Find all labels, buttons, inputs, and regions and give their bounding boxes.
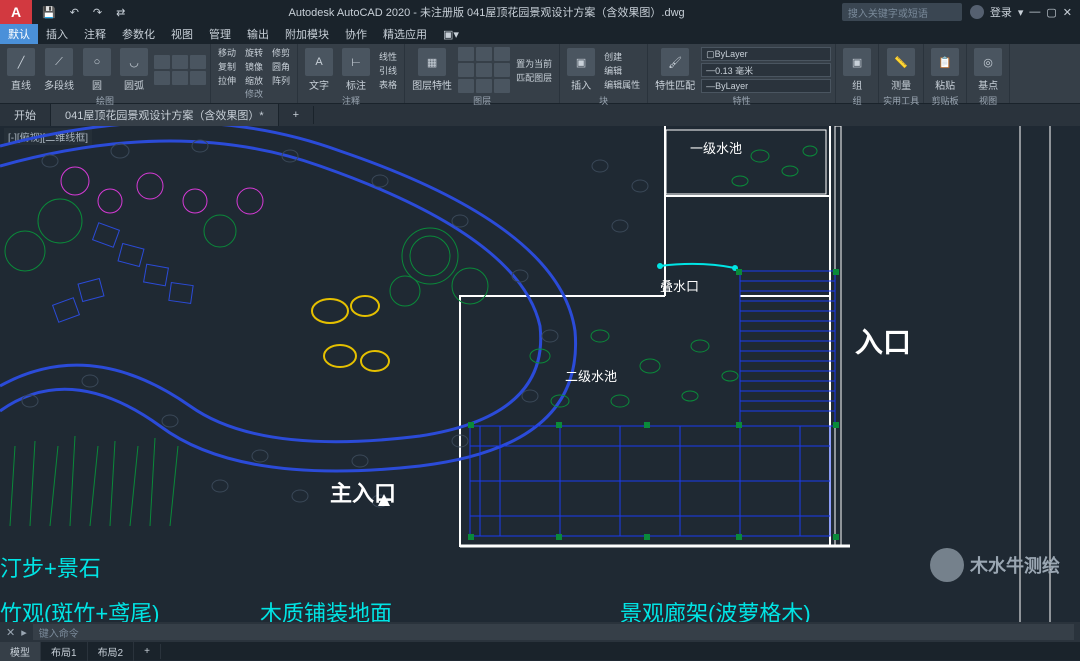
ribbon-panel-modify: 移动复制拉伸 旋转镜像缩放 修剪圆角阵列 修改	[211, 44, 298, 103]
paste-button[interactable]: 📋粘贴	[928, 46, 962, 94]
login-label: 登录	[990, 4, 1012, 20]
ribbon-tab-view[interactable]: 视图	[163, 24, 201, 44]
label-level1-pool: 一级水池	[690, 138, 742, 157]
status-tab-add[interactable]: +	[134, 644, 161, 659]
ribbon-tab-annotate[interactable]: 注释	[76, 24, 114, 44]
qat-redo-icon[interactable]: ↷	[87, 4, 108, 21]
ribbon-tab-insert[interactable]: 插入	[38, 24, 76, 44]
basepoint-button[interactable]: ◎基点	[971, 46, 1005, 94]
user-icon	[970, 5, 984, 19]
lineweight-select[interactable]: — 0.13 毫米	[701, 63, 831, 77]
close-icon[interactable]: ✕	[1063, 6, 1072, 19]
search-input[interactable]: 搜入关键字或短语	[842, 3, 962, 21]
insert-block-button[interactable]: ▣插入	[564, 46, 598, 94]
file-tab-add[interactable]: +	[279, 106, 314, 124]
measure-button[interactable]: 📏测量	[884, 46, 918, 94]
qat-save-icon[interactable]: 💾	[36, 4, 62, 21]
command-bar: ✕ ▸ 键入命令	[0, 622, 1080, 642]
status-tab-model[interactable]: 模型	[0, 642, 41, 661]
label-waterfall: 叠水口	[660, 276, 699, 295]
label-level2-pool: 二级水池	[565, 366, 617, 385]
modify-col2[interactable]: 旋转镜像缩放	[242, 46, 266, 87]
drawing-canvas[interactable]: [-][俯视][二维线框]	[0, 126, 1080, 622]
cmdbar-prefix-icon: ▸	[21, 626, 27, 639]
polyline-button[interactable]: ⟋多段线	[41, 46, 77, 94]
block-tools[interactable]: 创建编辑编辑属性	[601, 50, 643, 91]
watermark-text: 木水牛测绘	[970, 552, 1060, 578]
label-pergola: 景观廊架(波萝格木)	[620, 596, 811, 622]
ribbon-tab-default[interactable]: 默认	[0, 24, 38, 44]
ribbon-tab-featured[interactable]: 精选应用	[375, 24, 435, 44]
label-entrance: 入口	[855, 321, 911, 361]
maximize-icon[interactable]: ▢	[1046, 6, 1056, 19]
match-props-button[interactable]: 🖌特性匹配	[652, 46, 698, 94]
login-area[interactable]: 登录 ▾ — ▢ ✕	[970, 4, 1072, 20]
file-tab-drawing[interactable]: 041屋顶花园景观设计方案（含效果图）*	[51, 104, 279, 126]
color-select[interactable]: ▢ ByLayer	[701, 47, 831, 61]
cmdbar-close-icon[interactable]: ✕	[6, 626, 15, 639]
annotate-col[interactable]: 线性引线表格	[376, 50, 400, 91]
arc-button[interactable]: ◡圆弧	[117, 46, 151, 94]
window-title: Autodesk AutoCAD 2020 - 未注册版 041屋顶花园景观设计…	[131, 4, 841, 20]
qat-undo-icon[interactable]: ↶	[64, 4, 85, 21]
group-button[interactable]: ▣组	[840, 46, 874, 94]
ribbon-panel-draw: ╱直线 ⟋多段线 ○圆 ◡圆弧 绘图	[0, 44, 211, 103]
ribbon-panel-clipboard: 📋粘贴 剪贴板	[924, 44, 967, 103]
watermark: 木水牛测绘	[930, 548, 1060, 582]
ribbon-tab-output[interactable]: 输出	[239, 24, 277, 44]
modify-col3[interactable]: 修剪圆角阵列	[269, 46, 293, 87]
status-bar: 模型 布局1 布局2 +	[0, 642, 1080, 660]
ribbon-tab-collab[interactable]: 协作	[337, 24, 375, 44]
property-selects: ▢ ByLayer — 0.13 毫米 — ByLayer	[701, 47, 831, 93]
status-tab-layout1[interactable]: 布局1	[41, 642, 88, 661]
label-bamboo: 竹观(斑竹+鸢尾)	[0, 596, 160, 622]
label-stepping: 汀步+景石	[0, 551, 101, 583]
caret-down-icon: ▾	[1018, 6, 1024, 19]
app-logo[interactable]: A	[0, 0, 32, 24]
minimize-icon[interactable]: —	[1029, 6, 1040, 18]
text-button[interactable]: A文字	[302, 46, 336, 94]
circle-button[interactable]: ○圆	[80, 46, 114, 94]
ribbon-panel-util: 📏测量 实用工具	[879, 44, 924, 103]
ribbon-panel-annotate: A文字 ⊢标注 线性引线表格 注释	[298, 44, 405, 103]
file-tab-start[interactable]: 开始	[0, 104, 51, 126]
command-input[interactable]: 键入命令	[33, 624, 1074, 640]
ribbon-tab-addins[interactable]: 附加模块	[277, 24, 337, 44]
dim-button[interactable]: ⊢标注	[339, 46, 373, 94]
quick-access-toolbar: 💾 ↶ ↷ ⇄	[36, 4, 131, 21]
ribbon-tab-manage[interactable]: 管理	[201, 24, 239, 44]
layer-tools2[interactable]: 置为当前匹配图层	[513, 57, 555, 84]
line-button[interactable]: ╱直线	[4, 46, 38, 94]
draw-flyout[interactable]	[154, 55, 206, 85]
ribbon-panel-view: ◎基点 视图	[967, 44, 1010, 103]
ribbon: ╱直线 ⟋多段线 ○圆 ◡圆弧 绘图 移动复制拉伸 旋转镜像缩放 修剪圆角阵列 …	[0, 44, 1080, 104]
label-wood-paving: 木质铺装地面	[260, 596, 392, 622]
ribbon-panel-block: ▣插入 创建编辑编辑属性 块	[560, 44, 648, 103]
ribbon-tab-more-icon[interactable]: ▣▾	[435, 26, 467, 43]
label-main-entrance: 主入口	[330, 476, 396, 508]
ribbon-panel-group: ▣组 组	[836, 44, 879, 103]
ribbon-tab-parametric[interactable]: 参数化	[114, 24, 163, 44]
drawing-svg	[0, 126, 1080, 622]
title-bar: A 💾 ↶ ↷ ⇄ Autodesk AutoCAD 2020 - 未注册版 0…	[0, 0, 1080, 24]
layer-props-button[interactable]: ▦图层特性	[409, 46, 455, 94]
qat-share-icon[interactable]: ⇄	[110, 4, 131, 21]
watermark-icon	[930, 548, 964, 582]
modify-col1[interactable]: 移动复制拉伸	[215, 46, 239, 87]
status-tab-layout2[interactable]: 布局2	[88, 642, 135, 661]
ribbon-panel-layer: ▦图层特性 置为当前匹配图层 图层	[405, 44, 560, 103]
linetype-select[interactable]: — ByLayer	[701, 79, 831, 93]
ribbon-panel-props: 🖌特性匹配 ▢ ByLayer — 0.13 毫米 — ByLayer 特性	[648, 44, 836, 103]
ribbon-tabs: 默认 插入 注释 参数化 视图 管理 输出 附加模块 协作 精选应用 ▣▾	[0, 24, 1080, 44]
layer-tools[interactable]	[458, 47, 510, 93]
